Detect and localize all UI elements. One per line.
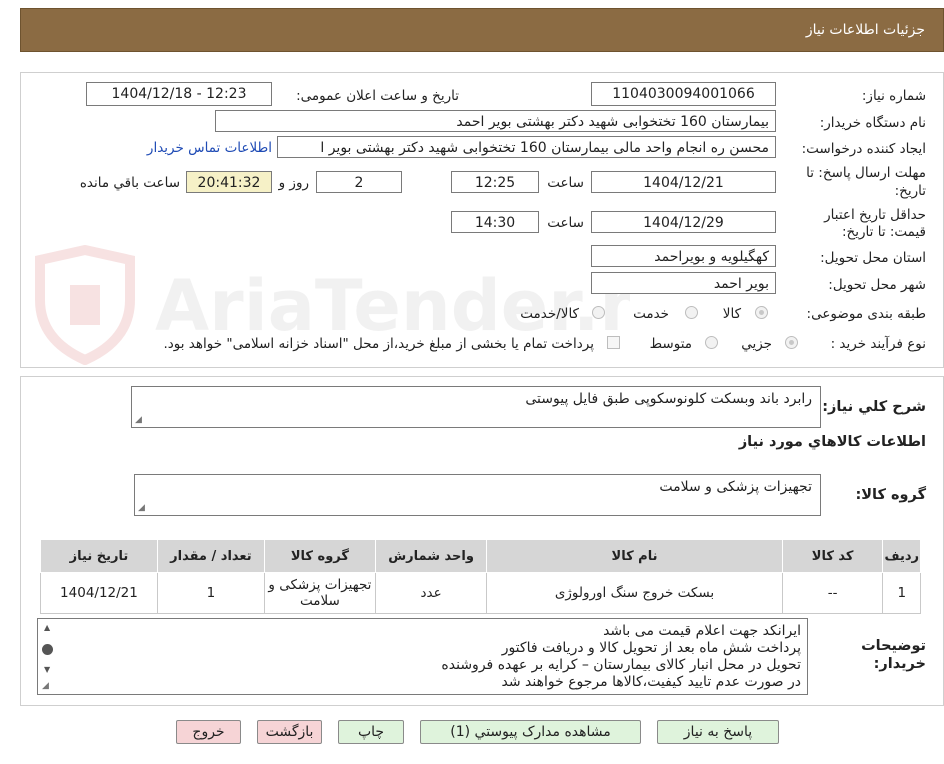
creator-label: ایجاد کننده درخواست: xyxy=(801,141,926,157)
resize-grip-icon[interactable]: ◢ xyxy=(138,503,145,513)
goods-group-label: گروه کالا: xyxy=(855,487,926,503)
remaining-time-field: 20:41:32 xyxy=(186,171,272,193)
cell-date: 1404/12/21 xyxy=(40,572,158,614)
contact-info-link[interactable]: اطلاعات تماس خریدار xyxy=(147,140,272,156)
announce-label: تاریخ و ساعت اعلان عمومی: xyxy=(296,88,459,104)
deadline-time-field: 12:25 xyxy=(451,171,539,193)
deadline-hour-label: ساعت xyxy=(547,175,584,191)
province-label: استان محل تحویل: xyxy=(820,250,926,266)
city-label: شهر محل تحویل: xyxy=(828,277,926,293)
process-label: نوع فرآیند خرید : xyxy=(830,336,926,352)
goods-info-title: اطلاعات کالاهاي مورد نياز xyxy=(738,434,926,450)
announce-field: 1404/12/18 - 12:23 xyxy=(86,82,272,106)
category-option-service: خدمت xyxy=(633,306,669,322)
goods-group-textarea[interactable]: تجهیزات پزشکی و سلامت ◢ xyxy=(134,474,821,516)
attachments-button[interactable]: مشاهده مدارک پیوستي (1) xyxy=(420,720,641,744)
process-radio-minor[interactable] xyxy=(785,336,798,349)
goods-group-text: تجهیزات پزشکی و سلامت xyxy=(659,479,812,495)
validity-hour-label: ساعت xyxy=(547,215,584,231)
resize-grip-icon[interactable]: ◢ xyxy=(42,681,49,691)
cell-unit: عدد xyxy=(374,572,488,614)
cell-code: -- xyxy=(781,572,884,614)
page-header: جزئیات اطلاعات نیاز xyxy=(20,8,944,52)
items-table: رديف کد کالا نام کالا واحد شمارش گروه کا… xyxy=(40,539,921,614)
days-label: روز و xyxy=(278,175,309,191)
note-line: تحویل در محل انبار کالای بیمارستان – کرا… xyxy=(441,657,801,673)
back-button[interactable]: بازگشت xyxy=(257,720,322,744)
creator-field: محسن ره انجام واحد مالی بیمارستان 160 تخ… xyxy=(277,136,776,158)
print-button[interactable]: چاپ xyxy=(338,720,404,744)
validity-label: حداقل تاریخ اعتبار xyxy=(824,207,926,223)
deadline-label-2: تاریخ: xyxy=(894,183,926,199)
col-row-header: رديف xyxy=(882,539,921,573)
category-radio-service[interactable] xyxy=(685,306,698,319)
col-group-header: گروه کالا xyxy=(263,539,376,573)
process-radio-medium[interactable] xyxy=(705,336,718,349)
validity-time-field: 14:30 xyxy=(451,211,539,233)
process-option-minor: جزیي xyxy=(741,336,772,352)
scroll-thumb[interactable] xyxy=(42,644,53,655)
table-header-row: رديف کد کالا نام کالا واحد شمارش گروه کا… xyxy=(40,539,921,573)
payment-note: پرداخت تمام یا بخشی از مبلغ خرید،از محل … xyxy=(163,336,594,352)
city-field: بویر احمد xyxy=(591,272,776,294)
note-line: ایرانکد جهت اعلام قیمت می باشد xyxy=(603,623,801,639)
buyer-field: بیمارستان 160 تختخوابی شهید دکتر بهشتی ب… xyxy=(215,110,776,132)
deadline-label: مهلت ارسال پاسخ: تا xyxy=(806,165,926,181)
remaining-label: ساعت باقي مانده xyxy=(79,175,180,191)
cell-group: تجهیزات پزشکی و سلامت xyxy=(263,572,376,614)
col-code-header: کد کالا xyxy=(781,539,884,573)
process-option-medium: متوسط xyxy=(649,336,692,352)
buyer-notes-label: توضیحات xyxy=(861,638,926,654)
cell-qty: 1 xyxy=(156,572,265,614)
table-row: 1 -- بسکت خروج سنگ اورولوژی عدد تجهیزات … xyxy=(40,572,921,614)
page-title: جزئیات اطلاعات نیاز xyxy=(805,22,925,38)
need-number-label: شماره نیاز: xyxy=(861,88,926,104)
buyer-notes-label-2: خریدار: xyxy=(873,656,926,672)
need-number-field: 1104030094001066 xyxy=(591,82,776,106)
cell-name: بسکت خروج سنگ اورولوژی xyxy=(486,572,783,614)
buyer-notes-textarea[interactable]: ایرانکد جهت اعلام قیمت می باشد پرداخت شش… xyxy=(37,618,808,695)
note-line: پرداخت شش ماه بعد از تحویل کالا و دریافت… xyxy=(501,640,801,656)
exit-button[interactable]: خروج xyxy=(176,720,241,744)
notes-scrollbar[interactable]: ▲ ▼ ◢ xyxy=(40,621,56,692)
category-radio-both[interactable] xyxy=(592,306,605,319)
summary-text: رابرد باند وبسکت کلونوسکوپی طبق فایل پیو… xyxy=(525,391,812,407)
summary-label: شرح کلي نياز: xyxy=(822,399,926,415)
category-radio-goods[interactable] xyxy=(755,306,768,319)
col-date-header: تاریخ نیاز xyxy=(40,539,158,573)
province-field: کهگیلویه و بویراحمد xyxy=(591,245,776,267)
category-label: طبقه بندی موضوعی: xyxy=(806,306,926,322)
note-line: در صورت عدم تایید کیفیت،کالاها مرجوع خوا… xyxy=(501,674,801,690)
category-option-both: کالا/خدمت xyxy=(520,306,579,322)
days-field: 2 xyxy=(316,171,402,193)
reply-button[interactable]: پاسخ به نیاز xyxy=(657,720,779,744)
col-qty-header: تعداد / مقدار xyxy=(156,539,265,573)
deadline-date-field: 1404/12/21 xyxy=(591,171,776,193)
col-name-header: نام کالا xyxy=(486,539,783,573)
validity-label-2: قیمت: تا تاریخ: xyxy=(842,224,926,240)
col-unit-header: واحد شمارش xyxy=(374,539,488,573)
resize-grip-icon[interactable]: ◢ xyxy=(135,415,142,425)
treasury-checkbox[interactable] xyxy=(607,336,620,349)
buyer-label: نام دستگاه خریدار: xyxy=(819,115,926,131)
scroll-up-icon[interactable]: ▲ xyxy=(44,623,50,632)
cell-row: 1 xyxy=(882,572,921,614)
category-option-goods: کالا xyxy=(722,306,741,322)
summary-textarea[interactable]: رابرد باند وبسکت کلونوسکوپی طبق فایل پیو… xyxy=(131,386,821,428)
validity-date-field: 1404/12/29 xyxy=(591,211,776,233)
scroll-down-icon[interactable]: ▼ xyxy=(44,665,50,674)
